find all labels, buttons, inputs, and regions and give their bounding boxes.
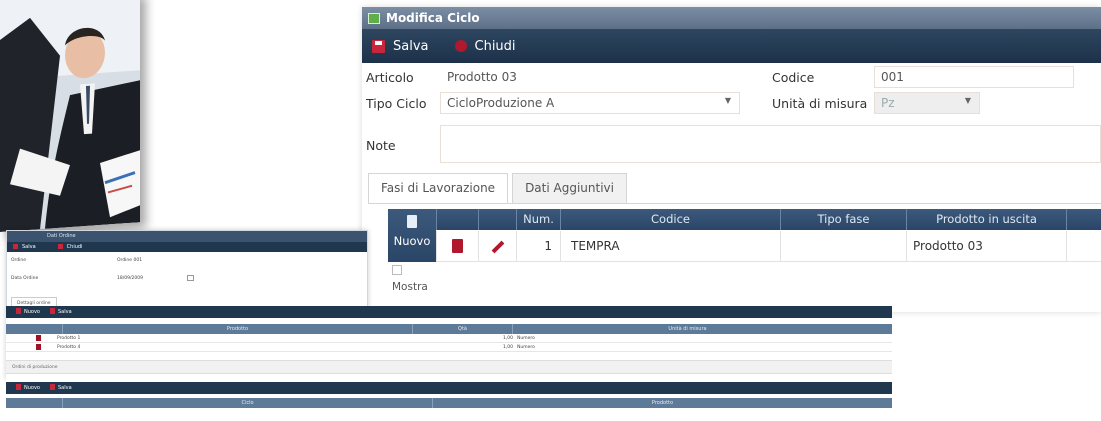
mostra-label: Mostra (392, 281, 428, 293)
tipo-ciclo-select[interactable]: CicloProduzione A ▼ (440, 92, 740, 114)
grid1-header-spacer (6, 324, 62, 334)
unita-value: Pz (881, 96, 895, 110)
save-icon (372, 39, 385, 53)
business-people-photo (0, 0, 140, 232)
close-icon (454, 40, 467, 52)
data-ordine-value[interactable]: 18/09/2009 (117, 276, 143, 281)
back-window-title: Dati Ordine (7, 231, 367, 242)
table-row[interactable]: Prodotto 4 1,00 Numero (6, 343, 892, 352)
tipo-ciclo-value: CicloProduzione A (447, 96, 555, 110)
grid-header-codice[interactable]: Codice (560, 209, 780, 230)
grid1-cell-unita: Numero (517, 345, 535, 350)
trash-icon (452, 239, 463, 253)
grid2-new-button[interactable]: Nuovo (16, 382, 40, 394)
grid-header-num[interactable]: Num. (516, 209, 560, 230)
back-save-button[interactable]: Salva (13, 242, 36, 252)
grid1-cell-qta: 1,00 (502, 345, 513, 350)
calendar-icon[interactable] (187, 275, 194, 281)
grid-header-delete (436, 209, 478, 230)
unita-select[interactable]: Pz ▼ (874, 92, 980, 114)
close-button-label: Chiudi (474, 38, 516, 54)
grid1-save-button[interactable]: Salva (50, 306, 72, 318)
photo-illustration (0, 0, 140, 232)
grid1-cell-unita: Numero (517, 336, 535, 341)
grid2-toolbar: Nuovo Salva (6, 382, 892, 394)
collage-stage: Modifica Ciclo Salva Chiudi Articolo Pro… (0, 0, 1101, 421)
pencil-icon (491, 240, 504, 254)
grid1-cell-prodotto: Prodotto 4 (57, 345, 81, 350)
grid1-cell-prodotto: Prodotto 1 (57, 336, 81, 341)
grid2-header: Ciclo Prodotto (6, 398, 892, 408)
row-codice: TEMPRA (560, 231, 780, 261)
close-button[interactable]: Chiudi (449, 39, 516, 54)
tab-fasi-lavorazione[interactable]: Fasi di Lavorazione (368, 173, 509, 203)
ordini-produzione-section: Ordini di produzione (6, 360, 892, 374)
grid-header-extra (1066, 209, 1101, 230)
phases-grid-header: Num. Codice Tipo fase Prodotto in uscita (388, 209, 1101, 230)
articolo-label: Articolo (366, 70, 414, 85)
row-num: 1 (516, 231, 560, 261)
delete-icon[interactable] (36, 335, 41, 341)
tab-bar: Fasi di Lavorazione Dati Aggiuntivi (368, 173, 631, 203)
delete-row-button[interactable] (436, 231, 478, 261)
table-row[interactable]: 1 TEMPRA Prodotto 03 (388, 231, 1101, 262)
grid1-header-prodotto[interactable]: Prodotto (62, 324, 412, 334)
grid2-header-spacer (6, 398, 62, 408)
mostra-toggle[interactable]: Mostra (392, 265, 428, 295)
tipo-ciclo-label: Tipo Ciclo (366, 96, 427, 111)
grid2-header-ciclo[interactable]: Ciclo (62, 398, 432, 408)
grid1-header: Prodotto Qtà Unità di misura (6, 324, 892, 334)
grid1-toolbar: Nuovo Salva (6, 306, 892, 318)
grid1-header-unita[interactable]: Unità di misura (512, 324, 862, 334)
save-button[interactable]: Salva (372, 39, 429, 54)
grid-header-tipo-fase[interactable]: Tipo fase (780, 209, 906, 230)
new-phase-button[interactable]: Nuovo (388, 209, 436, 262)
grid1-cell-qta: 1,00 (502, 336, 513, 341)
codice-field[interactable]: 001 (874, 66, 1074, 88)
back-window-toolbar: Salva Chiudi (7, 242, 367, 252)
save-button-label: Salva (393, 38, 429, 54)
grid1-new-button[interactable]: Nuovo (16, 306, 40, 318)
codice-label: Codice (772, 70, 815, 85)
order-grids-panel: Nuovo Salva Prodotto Qtà Unità di misura… (6, 306, 892, 421)
mostra-checkbox[interactable] (392, 265, 402, 275)
window-toolbar: Salva Chiudi (362, 29, 1101, 63)
unita-label: Unità di misura (772, 96, 868, 111)
new-phase-label: Nuovo (393, 234, 431, 248)
tab-divider (368, 203, 1101, 204)
delete-icon[interactable] (36, 344, 41, 350)
note-textarea[interactable] (440, 125, 1101, 163)
note-label: Note (366, 138, 396, 153)
edit-row-button[interactable] (478, 231, 516, 261)
articolo-field[interactable]: Prodotto 03 (440, 66, 760, 88)
chevron-down-icon: ▼ (964, 96, 971, 105)
grid2-save-button[interactable]: Salva (50, 382, 72, 394)
row-prodotto: Prodotto 03 (906, 231, 1066, 261)
grid-header-prodotto-uscita[interactable]: Prodotto in uscita (906, 209, 1066, 230)
window-title: Modifica Ciclo (386, 11, 480, 25)
row-extra (1066, 231, 1101, 261)
modifica-ciclo-window: Modifica Ciclo Salva Chiudi Articolo Pro… (362, 7, 1101, 312)
grid-header-edit (478, 209, 516, 230)
grid1-header-qta[interactable]: Qtà (412, 324, 512, 334)
ordine-value[interactable]: Ordine 001 (117, 258, 142, 263)
ordine-label: Ordine (11, 258, 27, 263)
grid2-header-prodotto[interactable]: Prodotto (432, 398, 892, 408)
tab-dati-aggiuntivi[interactable]: Dati Aggiuntivi (512, 173, 627, 203)
new-document-icon (407, 215, 417, 228)
window-title-bar: Modifica Ciclo (362, 7, 1101, 29)
row-tipo-fase (780, 231, 906, 261)
table-row[interactable]: Prodotto 1 1,00 Numero (6, 334, 892, 343)
back-close-button[interactable]: Chiudi (58, 242, 83, 252)
chevron-down-icon: ▼ (724, 96, 731, 105)
data-ordine-label: Data Ordine (11, 276, 39, 281)
app-icon (368, 12, 380, 24)
